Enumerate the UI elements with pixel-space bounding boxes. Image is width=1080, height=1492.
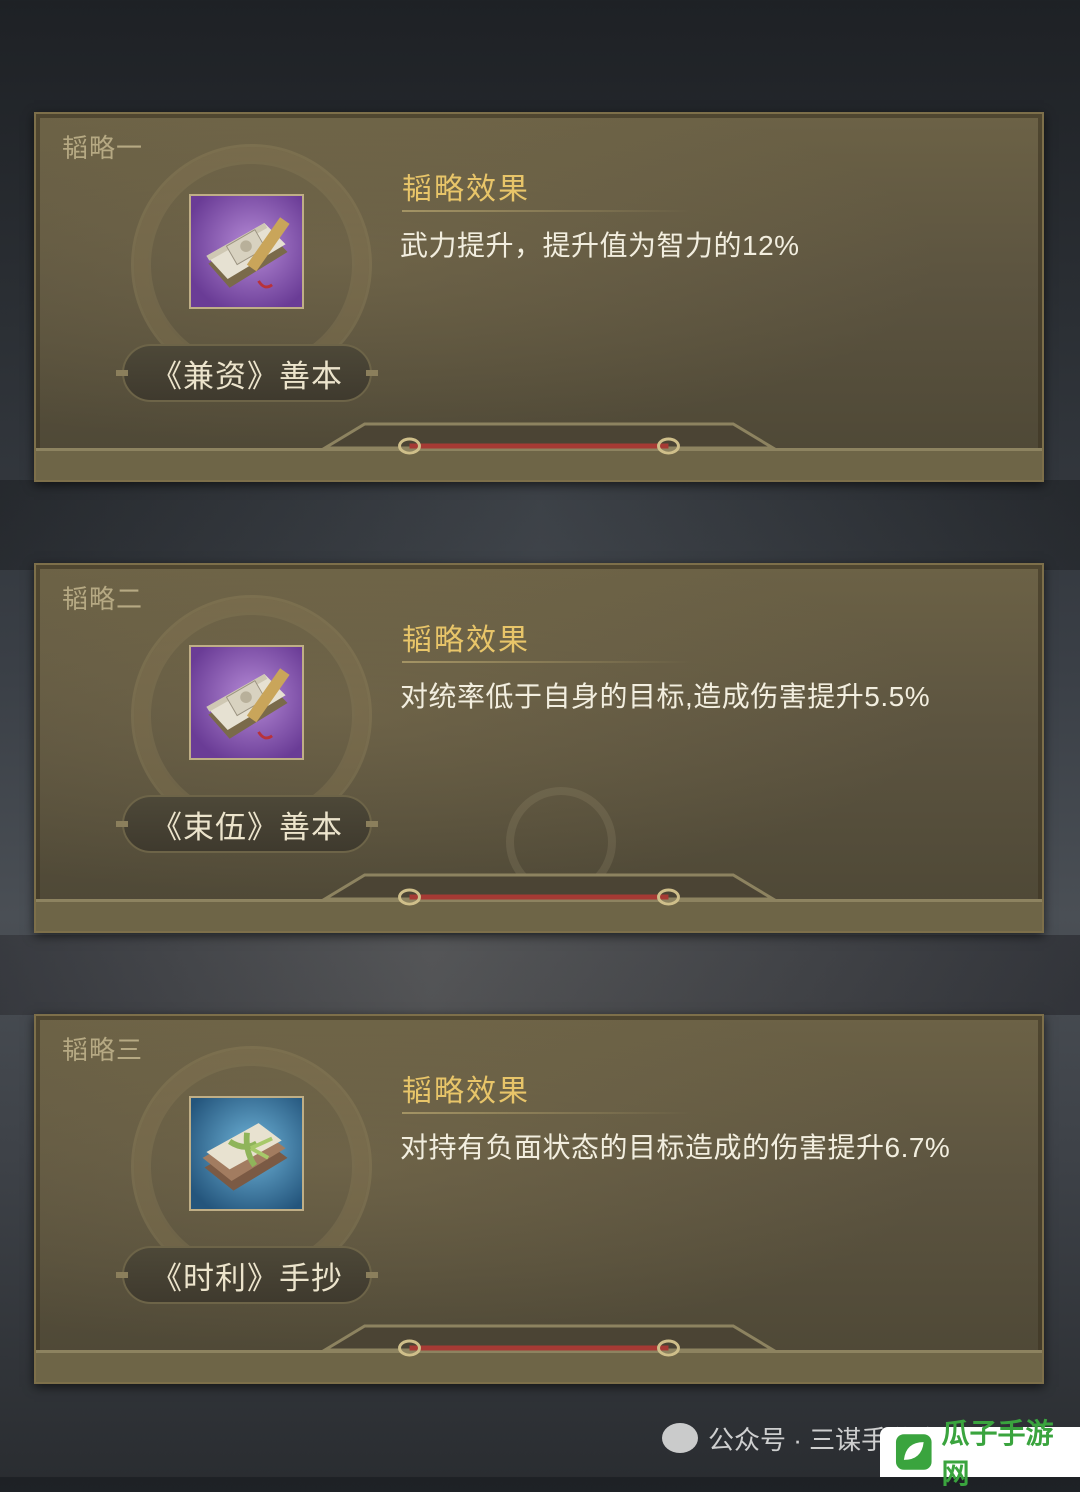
- background-band: [0, 480, 1080, 570]
- site-badge[interactable]: 瓜子手游网: [880, 1418, 1080, 1489]
- item-name-plate: 《时利》手抄: [116, 1246, 378, 1304]
- card-base-ornament: [36, 418, 1042, 480]
- card-title: 韬略二: [62, 584, 144, 614]
- effect-description: 对统率低于自身的目标,造成伤害提升5.5%: [400, 681, 931, 712]
- wechat-icon: [662, 1423, 698, 1453]
- background-band: [0, 935, 1080, 1015]
- strategy-card-3: 韬略三 《时利》手抄 韬略效果 对持有负面状态的目标造成的伤害提升6.7%: [34, 1014, 1044, 1384]
- divider: [402, 210, 692, 212]
- strategy-card-1: 韬略一 《兼资》善本 韬略效果 武力提升，提升值为智力的12%: [34, 112, 1044, 482]
- item-name: 《时利》手抄: [151, 1260, 343, 1296]
- effect-description: 武力提升，提升值为智力的12%: [400, 230, 800, 261]
- item-name-plate: 《兼资》善本: [116, 344, 378, 402]
- item-name: 《兼资》善本: [151, 358, 343, 394]
- card-title: 韬略一: [62, 133, 144, 163]
- strategy-card-2: 韬略二 《束伍》善本 韬略效果 对统率低于自身的目标,造成伤害提升5.5%: [34, 563, 1044, 933]
- effect-title: 韬略效果: [402, 173, 530, 206]
- effect-description: 对持有负面状态的目标造成的伤害提升6.7%: [400, 1132, 951, 1163]
- bound-manuscript-icon[interactable]: [189, 1096, 304, 1211]
- item-name-plate: 《束伍》善本: [116, 795, 378, 853]
- effect-title: 韬略效果: [402, 1075, 530, 1108]
- divider: [402, 1112, 692, 1114]
- card-title: 韬略三: [62, 1035, 144, 1065]
- site-badge-text: 瓜子手游网: [941, 1418, 1054, 1489]
- divider: [402, 661, 692, 663]
- book-scroll-icon[interactable]: [189, 194, 304, 309]
- book-scroll-icon[interactable]: [189, 645, 304, 760]
- item-name: 《束伍》善本: [151, 809, 343, 845]
- melon-seed-logo-icon: [895, 1434, 932, 1470]
- card-base-ornament: [36, 869, 1042, 931]
- effect-title: 韬略效果: [402, 624, 530, 657]
- card-base-ornament: [36, 1320, 1042, 1382]
